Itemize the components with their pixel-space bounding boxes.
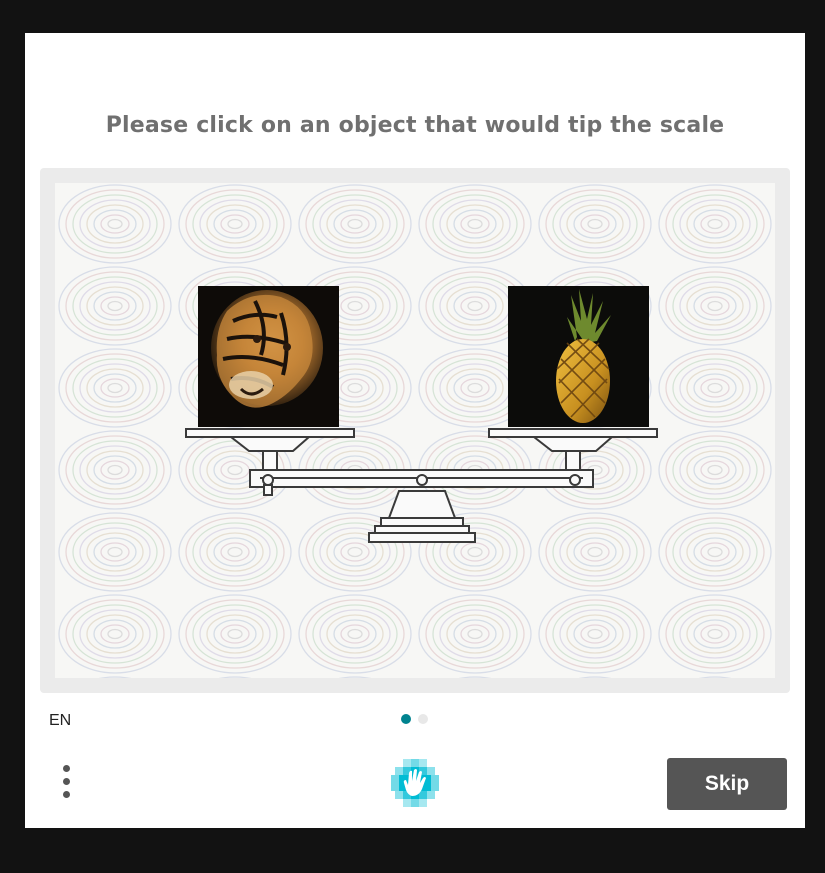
challenge-prompt: Please click on an object that would tip… <box>105 113 725 138</box>
page-dot-active[interactable] <box>401 714 411 724</box>
page-indicator <box>401 714 428 726</box>
challenge-frame <box>40 168 790 693</box>
pineapple-object[interactable] <box>508 286 649 427</box>
page-dot-inactive[interactable] <box>418 714 428 724</box>
tiger-object[interactable] <box>198 286 339 427</box>
skip-button[interactable]: Skip <box>667 758 787 810</box>
more-vertical-icon[interactable] <box>55 761 79 803</box>
hcaptcha-logo-icon[interactable] <box>389 757 441 809</box>
captcha-card: Please click on an object that would tip… <box>25 33 805 828</box>
language-selector[interactable]: EN <box>49 712 71 730</box>
challenge-canvas <box>55 183 775 678</box>
ring-background <box>55 183 775 678</box>
challenge-image[interactable] <box>55 183 775 678</box>
